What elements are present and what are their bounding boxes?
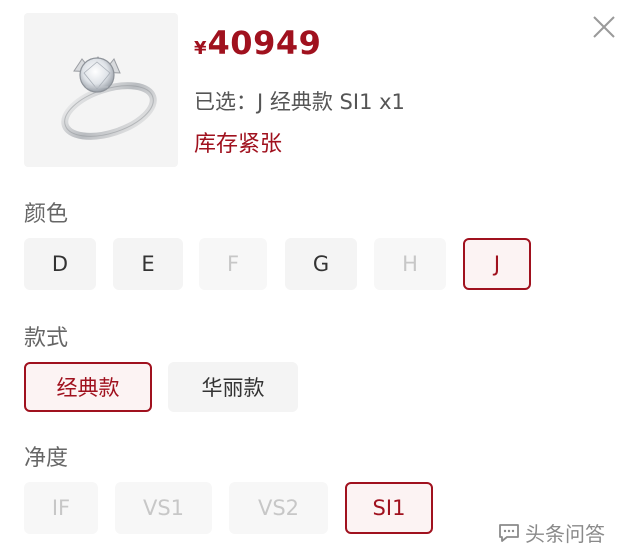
color-option-g[interactable]: G <box>285 238 357 290</box>
style-section-label: 款式 <box>24 326 69 351</box>
style-option-luxury[interactable]: 华丽款 <box>168 362 298 412</box>
diamond-ring-icon <box>61 56 157 140</box>
style-option-classic[interactable]: 经典款 <box>24 362 152 412</box>
clarity-section-label: 净度 <box>24 446 69 471</box>
clarity-option-vs1[interactable]: VS1 <box>115 482 212 534</box>
watermark-text: 头条问答 <box>525 522 605 546</box>
close-button[interactable] <box>590 13 618 41</box>
price-amount: 40949 <box>207 24 322 62</box>
color-option-h[interactable]: H <box>374 238 446 290</box>
color-option-f[interactable]: F <box>199 238 267 290</box>
color-option-j[interactable]: J <box>463 238 531 290</box>
price: ¥40949 <box>194 24 321 62</box>
speech-bubble-icon <box>499 523 519 542</box>
clarity-option-if[interactable]: IF <box>24 482 98 534</box>
color-section-label: 颜色 <box>24 202 69 227</box>
clarity-option-si1[interactable]: SI1 <box>345 482 433 534</box>
color-option-d[interactable]: D <box>24 238 96 290</box>
selected-summary: 已选：J 经典款 SI1 x1 <box>194 90 405 114</box>
clarity-option-vs2[interactable]: VS2 <box>229 482 328 534</box>
watermark: 头条问答 <box>497 518 605 547</box>
product-image <box>24 13 178 167</box>
color-option-e[interactable]: E <box>113 238 183 290</box>
stock-status: 库存紧张 <box>194 132 283 157</box>
currency-symbol: ¥ <box>194 38 207 59</box>
close-icon <box>593 16 615 38</box>
